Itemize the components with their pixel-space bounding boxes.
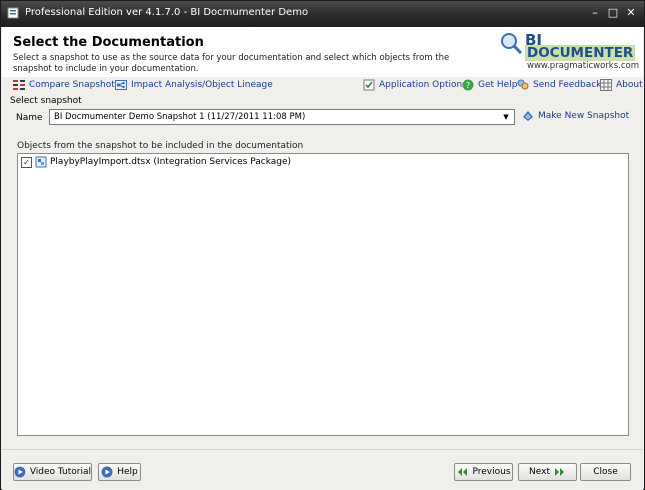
about-icon xyxy=(600,79,612,91)
snapshot-dropdown[interactable]: BI Docmumenter Demo Snapshot 1 (11/27/20… xyxy=(49,109,515,125)
logo-website: www.pragmaticworks.com xyxy=(527,61,639,71)
page-title: Select the Documentation xyxy=(13,35,204,50)
about-label: About xyxy=(616,80,643,90)
item-label: PlaybyPlayImport.dtsx (Integration Servi… xyxy=(50,157,292,167)
help-icon: ? xyxy=(462,79,474,91)
get-help-label: Get Help xyxy=(478,80,518,90)
page-description: Select a snapshot to use as the source d… xyxy=(13,53,450,74)
new-snapshot-icon xyxy=(523,111,533,121)
help-button[interactable]: Help xyxy=(98,463,141,481)
tree-item[interactable]: ✓ PlaybyPlayImport.dtsx (Integration Ser… xyxy=(21,156,291,168)
video-tutorial-button[interactable]: Video Tutorial xyxy=(13,463,92,481)
video-tutorial-label: Video Tutorial xyxy=(29,467,91,477)
select-snapshot-heading: Select snapshot xyxy=(10,96,82,106)
feedback-icon xyxy=(517,79,529,90)
impact-analysis-label: Impact Analysis/Object Lineage xyxy=(131,80,273,90)
name-label: Name xyxy=(16,113,43,123)
page-header: Select the Documentation Select a snapsh… xyxy=(2,27,643,77)
package-icon xyxy=(35,156,47,168)
magnifier-logo-icon xyxy=(501,33,522,54)
select-snapshot-group: Select snapshot Name BI Docmumenter Demo… xyxy=(8,96,640,440)
impact-analysis-link[interactable]: Impact Analysis/Object Lineage xyxy=(115,79,273,91)
window-controls: – □ ✕ xyxy=(588,6,638,20)
window-title: Professional Edition ver 4.1.7.0 - BI Do… xyxy=(25,7,309,18)
previous-button[interactable]: Previous xyxy=(454,463,513,481)
options-icon xyxy=(363,79,375,91)
maximize-button[interactable]: □ xyxy=(606,6,620,20)
svg-text:?: ? xyxy=(466,81,470,90)
close-label: Close xyxy=(593,467,618,477)
title-bar[interactable]: Professional Edition ver 4.1.7.0 - BI Do… xyxy=(1,1,644,27)
application-options-label: Application Options xyxy=(379,80,467,90)
footer-bar: Video Tutorial Help Previous Next Close xyxy=(2,449,643,490)
objects-label: Objects from the snapshot to be included… xyxy=(17,141,304,151)
chevron-down-icon[interactable]: ▼ xyxy=(500,111,512,123)
close-button[interactable]: Close xyxy=(580,463,631,481)
about-link[interactable]: About xyxy=(600,79,643,91)
double-chevron-right-icon xyxy=(554,468,564,476)
objects-tree[interactable]: ✓ PlaybyPlayImport.dtsx (Integration Ser… xyxy=(17,153,629,436)
get-help-link[interactable]: ? Get Help xyxy=(462,79,517,91)
make-new-snapshot-label: Make New Snapshot xyxy=(538,111,630,121)
make-new-snapshot-link[interactable]: Make New Snapshot xyxy=(522,110,629,122)
next-button[interactable]: Next xyxy=(518,463,577,481)
minimize-button[interactable]: – xyxy=(588,6,602,20)
play-icon xyxy=(14,466,26,478)
play-icon xyxy=(101,466,113,478)
item-checkbox[interactable]: ✓ xyxy=(21,156,32,168)
lineage-icon xyxy=(115,80,127,90)
next-label: Next xyxy=(529,467,550,477)
previous-label: Previous xyxy=(472,467,511,477)
bi-documenter-logo: BI DOCUMENTER www.pragmaticworks.com xyxy=(497,29,642,73)
toolbar: Compare Snapshots Impact Analysis/Object… xyxy=(2,77,643,95)
send-feedback-link[interactable]: Send Feedback xyxy=(517,79,601,91)
logo-text-documenter: DOCUMENTER xyxy=(525,45,636,61)
double-chevron-left-icon xyxy=(458,468,468,476)
app-icon xyxy=(7,7,19,19)
snapshot-dropdown-value: BI Docmumenter Demo Snapshot 1 (11/27/20… xyxy=(54,112,306,122)
compare-snapshots-label: Compare Snapshots xyxy=(29,80,120,90)
application-options-link[interactable]: Application Options xyxy=(363,79,467,91)
help-label: Help xyxy=(117,467,138,477)
compare-icon xyxy=(13,80,25,90)
close-window-button[interactable]: ✕ xyxy=(624,6,638,20)
app-window: Professional Edition ver 4.1.7.0 - BI Do… xyxy=(0,0,645,490)
send-feedback-label: Send Feedback xyxy=(533,80,602,90)
compare-snapshots-link[interactable]: Compare Snapshots xyxy=(13,79,119,91)
